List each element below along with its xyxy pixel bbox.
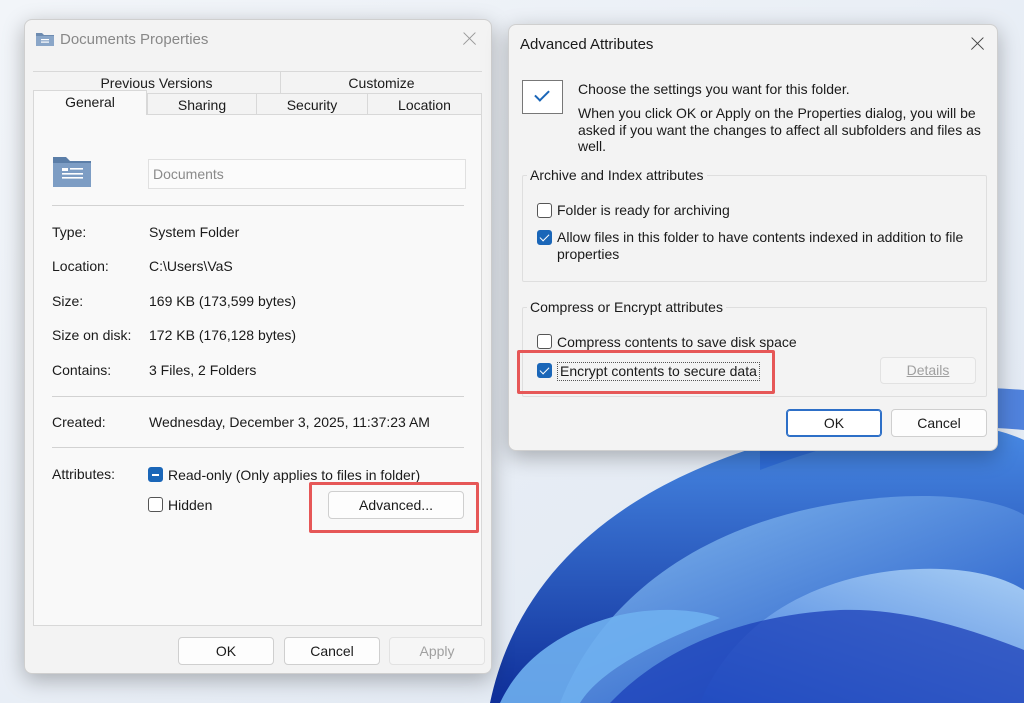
cancel-button[interactable]: Cancel [891,409,987,437]
compress-checkbox[interactable] [537,334,552,349]
allow-index-checkbox[interactable] [537,230,552,245]
created-value: Wednesday, December 3, 2025, 11:37:23 AM [149,414,430,430]
size-on-disk-value: 172 KB (176,128 bytes) [149,327,297,343]
attributes-label: Attributes: [52,466,116,482]
window-title: Documents Properties [60,31,209,48]
folder-icon [36,33,54,46]
advanced-attributes-dialog: Advanced Attributes Choose the settings … [508,24,998,451]
tab-sharing[interactable]: Sharing [147,93,256,115]
ok-button[interactable]: OK [178,637,274,665]
divider [52,396,464,397]
ready-archiving-label: Folder is ready for archiving [557,202,730,218]
divider [52,205,464,206]
general-tab-panel: Documents Type: System Folder Location: … [33,114,482,626]
ready-archiving-checkbox[interactable] [537,203,552,218]
apply-button[interactable]: Apply [389,637,485,665]
highlight-box [517,350,775,394]
ok-button[interactable]: OK [786,409,882,437]
location-value: C:\Users\VaS [149,258,233,274]
close-icon[interactable] [454,24,484,54]
folder-name-field[interactable]: Documents [148,159,466,189]
intro-description: When you click OK or Apply on the Proper… [578,105,981,154]
type-value: System Folder [149,224,240,240]
size-label: Size: [52,293,84,309]
size-on-disk-label: Size on disk: [52,327,132,343]
hidden-label: Hidden [168,497,213,513]
divider [52,447,464,448]
title-bar[interactable]: Documents Properties [25,20,491,58]
archive-index-group-title: Archive and Index attributes [527,167,707,183]
location-label: Location: [52,258,109,274]
readonly-checkbox[interactable] [148,467,163,482]
checkmark-icon [522,80,563,114]
title-bar[interactable]: Advanced Attributes [509,25,997,63]
compress-encrypt-group-title: Compress or Encrypt attributes [527,299,726,315]
highlight-box [309,482,479,533]
cancel-button[interactable]: Cancel [284,637,380,665]
properties-dialog: Documents Properties Previous Versions C… [24,19,492,674]
close-icon[interactable] [962,29,992,59]
allow-index-label: Allow files in this folder to have conte… [557,229,964,262]
tab-general[interactable]: General [33,90,147,115]
created-label: Created: [52,414,106,430]
compress-label: Compress contents to save disk space [557,334,797,350]
contains-value: 3 Files, 2 Folders [149,362,257,378]
window-title: Advanced Attributes [520,36,654,53]
type-label: Type: [52,224,87,240]
documents-folder-icon [53,157,91,187]
tab-location[interactable]: Location [367,93,482,115]
size-value: 169 KB (173,599 bytes) [149,293,297,309]
intro-heading: Choose the settings you want for this fo… [578,81,850,97]
hidden-checkbox[interactable] [148,497,163,512]
readonly-label: Read-only (Only applies to files in fold… [168,467,421,483]
contains-label: Contains: [52,362,112,378]
tab-customize[interactable]: Customize [280,71,482,93]
tab-security[interactable]: Security [256,93,367,115]
details-button[interactable]: Details [880,357,976,384]
